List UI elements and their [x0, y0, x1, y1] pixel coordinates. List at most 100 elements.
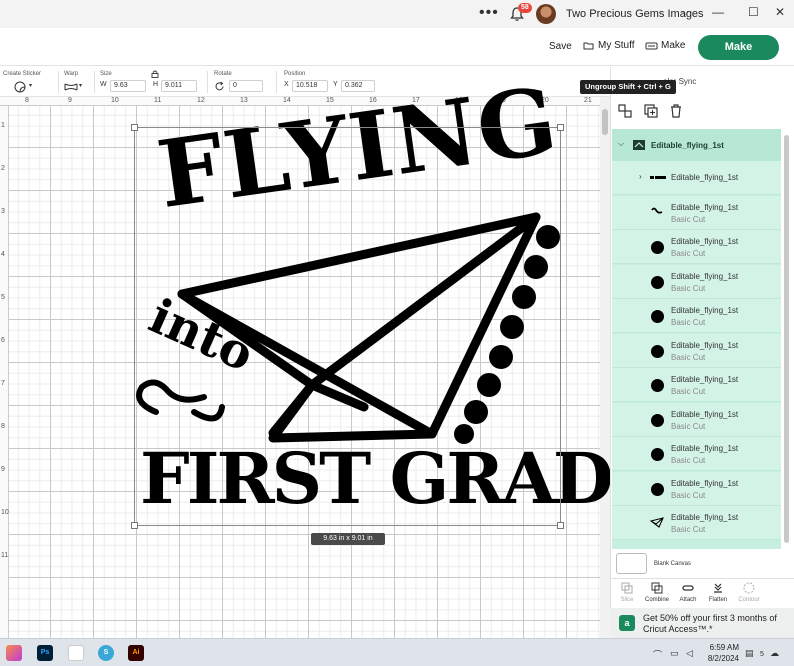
chevron-down-icon[interactable]: ⌵	[682, 7, 689, 18]
more-options-icon[interactable]: •••	[479, 4, 499, 22]
blank-canvas-swatch[interactable]	[616, 553, 647, 574]
scrollbar-thumb[interactable]	[602, 109, 608, 135]
paper-plane-icon	[650, 517, 664, 528]
taskbar: Ps S Ai ⌒ ▭ ◁ 6:59 AM 8/2/2024 ▤ 5 ☁	[0, 638, 794, 666]
layer-name: Editable_flying_1st	[671, 375, 739, 384]
blank-canvas-label: Blank Canvas	[654, 561, 692, 567]
layer-operation: Basic Cut	[671, 249, 706, 258]
ruler-tick-label: 8	[1, 423, 5, 430]
browser-icon[interactable]	[68, 645, 84, 661]
scrollbar-thumb[interactable]	[784, 135, 789, 543]
layer-name: Editable_flying_1st	[671, 513, 739, 522]
layer-operation: Basic Cut	[671, 352, 706, 362]
selection-box[interactable]	[134, 127, 561, 526]
chevron-down-icon[interactable]: ⌵	[618, 139, 624, 149]
minimize-button[interactable]: —	[712, 5, 724, 19]
layer-name: Editable_flying_1st	[671, 202, 739, 212]
wifi-icon[interactable]: ⌒	[653, 648, 662, 661]
rotate-label: Rotate	[214, 71, 232, 77]
warp-icon[interactable]	[64, 82, 78, 92]
chevron-right-icon[interactable]: ›	[639, 172, 642, 181]
contour-button[interactable]: Contour	[734, 582, 764, 603]
layer-name: Editable_flying_1st	[671, 478, 739, 488]
combine-button[interactable]: Combine	[642, 582, 672, 603]
weather-icon[interactable]: ☁	[770, 648, 779, 659]
y-position-input[interactable]: 0.362	[341, 80, 375, 92]
dot-icon	[651, 379, 664, 392]
layer-row[interactable]: Editable_flying_1st Basic Cut	[612, 230, 781, 264]
maximize-button[interactable]: ☐	[748, 5, 759, 19]
instagram-icon[interactable]	[6, 645, 22, 661]
promo-banner[interactable]: a Get 50% off your first 3 months of Cri…	[610, 608, 794, 638]
chevron-down-icon[interactable]: ▾	[79, 82, 82, 89]
lock-icon[interactable]	[151, 70, 159, 78]
resize-handle[interactable]	[557, 522, 564, 529]
layer-group-header[interactable]: ⌵ Editable_flying_1st	[612, 129, 781, 161]
layer-row[interactable]: Editable_flying_1st Basic Cut	[612, 264, 781, 299]
rotate-input[interactable]: 0	[229, 80, 263, 92]
panel-scrollbar[interactable]	[783, 135, 791, 545]
resize-handle[interactable]	[131, 522, 138, 529]
create-sticker-label: Create Sticker	[3, 71, 42, 77]
text-group-icon	[650, 176, 666, 179]
rotate-icon	[215, 81, 224, 91]
slice-button[interactable]: Slice	[612, 582, 642, 603]
my-stuff-button[interactable]: My Stuff	[598, 40, 635, 51]
make-button[interactable]: Make	[698, 35, 779, 60]
layer-row[interactable]: Editable_flying_1st Basic Cut	[612, 195, 781, 230]
ungroup-icon[interactable]	[617, 103, 633, 119]
layer-row[interactable]: Editable_flying_1st Basic Cut	[612, 437, 781, 471]
attach-button[interactable]: Attach	[673, 582, 703, 603]
layer-operation: Basic Cut	[671, 283, 706, 293]
chevron-down-icon[interactable]: ▾	[29, 82, 32, 89]
machine-button[interactable]: Make	[661, 40, 685, 51]
close-button[interactable]: ✕	[775, 5, 785, 19]
cricut-access-icon: a	[619, 615, 635, 631]
ruler-tick-label: 3	[1, 208, 5, 215]
layer-operation: Basic Cut	[671, 214, 706, 224]
width-input[interactable]: 9.63	[110, 80, 146, 92]
layer-name: Editable_flying_1st	[671, 237, 739, 246]
layer-row[interactable]: Editable_flying_1st Basic Cut	[612, 333, 781, 368]
ruler-tick-label: 4	[1, 251, 5, 258]
layer-row[interactable]: Editable_flying_1st Basic Cut	[612, 402, 781, 437]
y-label: Y	[333, 81, 338, 88]
save-button[interactable]: Save	[549, 41, 572, 52]
cricut-design-icon[interactable]: S	[98, 645, 114, 661]
layer-row[interactable]: › Editable_flying_1st	[612, 161, 781, 195]
x-position-input[interactable]: 10.518	[292, 80, 328, 92]
combine-icon	[651, 582, 663, 594]
height-input[interactable]: 9.011	[161, 80, 197, 92]
ruler-tick-label: 2	[1, 165, 5, 172]
photoshop-icon[interactable]: Ps	[37, 645, 53, 661]
flatten-button[interactable]: Flatten	[703, 582, 733, 603]
warp-label: Warp	[64, 71, 79, 77]
dot-icon	[651, 448, 664, 461]
layer-name: Editable_flying_1st	[671, 271, 739, 281]
dot-icon	[651, 482, 664, 496]
resize-handle[interactable]	[557, 124, 564, 131]
illustrator-icon[interactable]: Ai	[128, 645, 144, 661]
ruler-tick-label: 10	[111, 97, 119, 104]
volume-icon[interactable]: ◁	[686, 648, 693, 659]
ruler-tick-label: 1	[1, 122, 5, 129]
x-label: X	[284, 81, 289, 88]
sticker-icon[interactable]	[14, 81, 27, 93]
layer-row[interactable]: Editable_flying_1st Basic Cut	[612, 299, 781, 333]
layer-row[interactable]: Editable_flying_1st Basic Cut	[612, 368, 781, 402]
battery-icon[interactable]: ▭	[670, 648, 679, 659]
resize-handle[interactable]	[131, 124, 138, 131]
layer-row[interactable]: Editable_flying_1st Basic Cut	[612, 506, 781, 540]
trash-icon[interactable]	[668, 103, 684, 119]
canvas-scrollbar[interactable]	[600, 97, 610, 638]
layer-row[interactable]: Editable_flying_1st Basic Cut	[612, 471, 781, 506]
ruler-tick-label: 9	[1, 466, 5, 473]
duplicate-icon[interactable]	[643, 103, 659, 119]
clock[interactable]: 6:59 AM 8/2/2024	[699, 642, 739, 664]
layer-name: Editable_flying_1st	[671, 409, 739, 419]
ruler-tick-label: 6	[1, 337, 5, 344]
notification-icon[interactable]: ▤	[745, 648, 754, 659]
ruler-tick-label: 12	[197, 97, 205, 104]
notification-count: 5	[760, 651, 764, 658]
avatar[interactable]	[536, 4, 556, 24]
